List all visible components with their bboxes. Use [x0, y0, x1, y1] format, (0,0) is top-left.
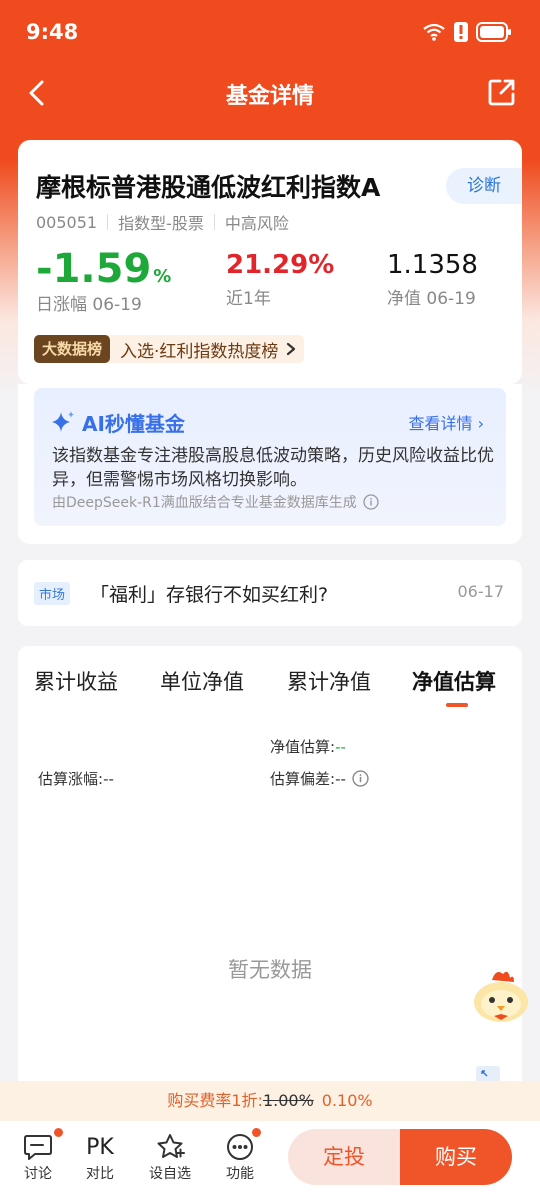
nav-label: 净值 06-19: [387, 289, 476, 309]
watchlist-label: 设自选: [149, 1166, 191, 1182]
nav-value: 1.1358: [387, 250, 478, 280]
estimated-deviation: 估算偏差:--: [270, 768, 369, 789]
more-options-icon: [227, 1134, 253, 1160]
purchase-fee-bar: 购买费率1折:1.00% 0.10%: [0, 1081, 540, 1121]
daily-change-stat: -1.59% 日涨幅 06-19: [36, 246, 171, 315]
status-time: 9:48: [26, 20, 79, 44]
info-icon[interactable]: [363, 494, 379, 510]
chevron-right-icon: ›: [477, 414, 484, 433]
tab-nav-estimate[interactable]: 净值估算: [412, 666, 496, 696]
estimated-nav-value: --: [335, 738, 346, 756]
divider: [107, 214, 109, 230]
wifi-icon: [423, 23, 445, 41]
nav-stat: 1.1358 净值 06-19: [387, 250, 478, 309]
chart-tabs: 累计收益 单位净值 累计净值 净值估算: [18, 666, 522, 707]
fund-name: 摩根标普港股通低波红利指数A: [36, 173, 381, 202]
mascot-assistant-icon[interactable]: [470, 966, 532, 1026]
notification-dot: [251, 1127, 262, 1138]
buy-button[interactable]: 购买: [400, 1129, 512, 1185]
fee-original: 1.00%: [262, 1091, 314, 1110]
news-date: 06-17: [457, 582, 505, 601]
functions-label: 功能: [226, 1166, 254, 1182]
bottom-action-bar: 讨论 PK 对比 设自选 功能 定投 购买: [0, 1121, 540, 1194]
year-return-label: 近1年: [226, 289, 271, 309]
news-tag: 市场: [34, 582, 71, 605]
ai-source-text: 由DeepSeek-R1满血版结合专业基金数据库生成: [52, 495, 357, 511]
ai-view-details-label: 查看详情: [408, 414, 473, 433]
daily-change-label: 日涨幅 06-19: [36, 295, 142, 315]
fund-meta: 005051 指数型-股票 中高风险: [36, 210, 289, 234]
divider: [213, 214, 215, 230]
active-tab-indicator: [446, 703, 468, 707]
estimated-deviation-value: --: [335, 770, 346, 788]
fund-type: 指数型-股票: [118, 214, 204, 233]
empty-state-text: 暂无数据: [228, 958, 312, 982]
diagnose-button[interactable]: 诊断: [446, 168, 522, 204]
nav-bar: 基金详情: [0, 66, 540, 120]
status-bar: 9:48: [0, 0, 540, 66]
estimated-change-label: 估算涨幅:: [38, 770, 104, 788]
fee-label: 购买费率1折:: [167, 1091, 263, 1110]
fund-summary-card: 摩根标普港股通低波红利指数A 诊断 005051 指数型-股票 中高风险 -1.…: [18, 140, 522, 384]
ai-summary-card: AI秒懂基金 查看详情 › 该指数基金专注港股高股息低波动策略，历史风险收益比优…: [18, 384, 522, 544]
sip-button[interactable]: 定投: [288, 1129, 400, 1185]
page-title: 基金详情: [225, 84, 314, 109]
functions-button[interactable]: 功能: [212, 1127, 268, 1183]
tab-cumulative-return[interactable]: 累计收益: [34, 666, 118, 696]
performance-chart-card: 累计收益 单位净值 累计净值 净值估算 净值估算:-- 估算涨幅:-- 估算偏差…: [18, 646, 522, 1086]
fee-discounted: 0.10%: [321, 1091, 373, 1110]
chat-icon: [24, 1135, 52, 1160]
sparkle-icon: [52, 410, 74, 432]
ai-source-note: 由DeepSeek-R1满血版结合专业基金数据库生成: [52, 492, 379, 512]
fund-risk: 中高风险: [224, 214, 289, 233]
star-plus-icon: [157, 1134, 185, 1158]
ai-summary-panel[interactable]: AI秒懂基金 查看详情 › 该指数基金专注港股高股息低波动策略，历史风险收益比优…: [34, 388, 506, 526]
chevron-right-icon: [287, 342, 296, 356]
discuss-label: 讨论: [24, 1166, 52, 1182]
ranking-entry[interactable]: 大数据榜 入选·红利指数热度榜: [34, 335, 305, 363]
estimated-change: 估算涨幅:--: [38, 768, 114, 789]
news-headline: 「福利」存银行不如买红利?: [90, 584, 329, 606]
compare-label: 对比: [86, 1166, 114, 1182]
battery-icon: [476, 22, 511, 42]
estimated-deviation-label: 估算偏差:: [270, 770, 336, 788]
info-icon[interactable]: [352, 770, 369, 787]
estimated-nav-label: 净值估算:: [270, 738, 336, 756]
discuss-button[interactable]: 讨论: [10, 1127, 66, 1183]
ai-title-text: AI秒懂基金: [82, 412, 185, 436]
estimated-change-value: --: [103, 770, 114, 788]
ai-title: AI秒懂基金: [50, 408, 185, 437]
fund-code: 005051: [36, 212, 98, 232]
big-data-ranking-badge: 大数据榜: [34, 335, 111, 363]
compare-button[interactable]: PK 对比: [72, 1131, 128, 1183]
ranking-text: 入选·红利指数热度榜: [120, 341, 279, 362]
add-watchlist-button[interactable]: 设自选: [142, 1131, 198, 1183]
daily-change-value: -1.59: [36, 246, 152, 292]
ai-view-details-link[interactable]: 查看详情 ›: [408, 410, 484, 434]
news-card[interactable]: 市场 「福利」存银行不如买红利? 06-17: [18, 560, 522, 626]
alert-icon: [454, 22, 468, 42]
year-return-stat: 21.29% 近1年: [226, 250, 334, 309]
pk-icon: PK: [86, 1134, 114, 1160]
status-icons: [422, 22, 512, 42]
year-return-value: 21.29%: [226, 250, 335, 280]
tab-cumulative-nav[interactable]: 累计净值: [287, 666, 371, 696]
tab-unit-nav[interactable]: 单位净值: [160, 666, 244, 696]
estimated-nav: 净值估算:--: [270, 736, 346, 757]
ai-summary-text: 该指数基金专注港股高股息低波动策略，历史风险收益比优异，但需警惕市场风格切换影响…: [52, 446, 494, 490]
daily-change-unit: %: [153, 266, 172, 287]
notification-dot: [53, 1127, 64, 1138]
share-icon[interactable]: [488, 78, 516, 106]
